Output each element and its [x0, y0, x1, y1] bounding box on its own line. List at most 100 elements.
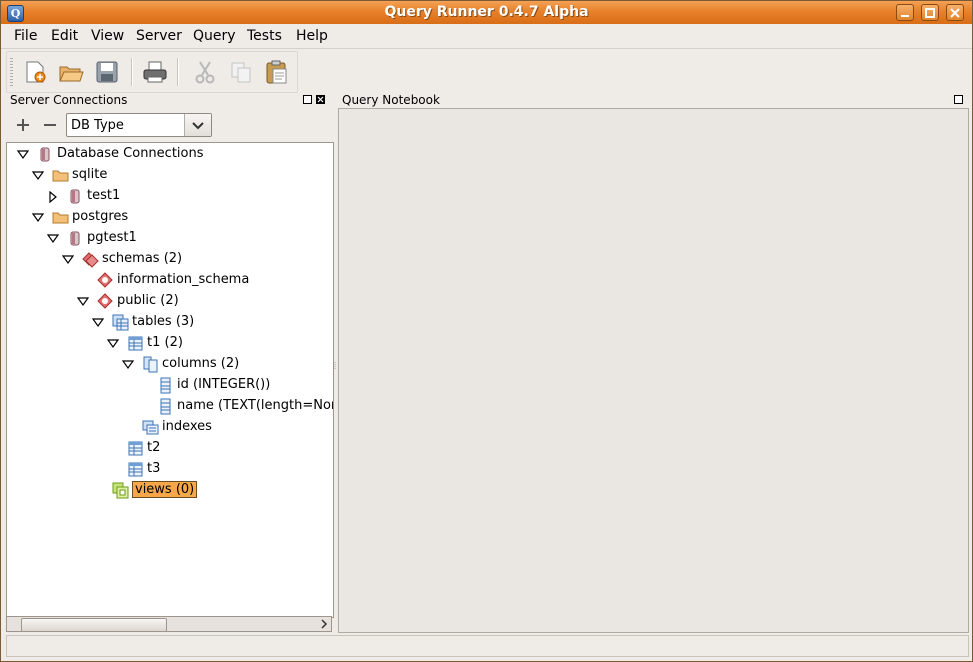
- expanded-arrow-icon[interactable]: [32, 212, 44, 224]
- expanded-arrow-icon[interactable]: [62, 254, 74, 266]
- toolbar-separator: [131, 58, 133, 86]
- tree-node-label[interactable]: indexes: [162, 419, 212, 434]
- expanded-arrow-icon[interactable]: [92, 317, 104, 329]
- menu-tests[interactable]: Tests: [247, 28, 282, 44]
- toolbar-grip[interactable]: [10, 58, 13, 86]
- copy-icon: [231, 62, 251, 83]
- minimize-button[interactable]: [896, 4, 914, 21]
- close-icon: [950, 8, 960, 18]
- column-icon: [160, 398, 171, 415]
- server-connections-header: Server Connections: [6, 92, 333, 108]
- scroll-right-icon[interactable]: [319, 619, 329, 629]
- tree-node[interactable]: pgtest1: [7, 228, 333, 249]
- tree-node[interactable]: t1 (2): [7, 333, 333, 354]
- cut-button[interactable]: [191, 58, 219, 86]
- column-icon: [160, 377, 171, 394]
- expanded-arrow-icon[interactable]: [17, 149, 29, 161]
- tree-node-label[interactable]: id (INTEGER()): [177, 377, 270, 392]
- tree-node-label[interactable]: pgtest1: [87, 230, 137, 245]
- menu-file[interactable]: File: [14, 28, 37, 44]
- maximize-icon: [925, 8, 935, 18]
- table-icon: [128, 462, 143, 477]
- tree-node[interactable]: schemas (2): [7, 249, 333, 270]
- tree-node-label[interactable]: sqlite: [72, 167, 107, 182]
- tree-node[interactable]: public (2): [7, 291, 333, 312]
- tree-node-label[interactable]: public (2): [117, 293, 179, 308]
- db-type-dropdown-button[interactable]: [184, 114, 211, 136]
- tree-node-label[interactable]: columns (2): [162, 356, 239, 371]
- expanded-arrow-icon[interactable]: [77, 296, 89, 308]
- status-bar: [6, 635, 969, 657]
- tree-node[interactable]: columns (2): [7, 354, 333, 375]
- tree-node[interactable]: tables (3): [7, 312, 333, 333]
- open-icon: [59, 66, 84, 82]
- minimize-icon: [901, 15, 909, 17]
- db-type-select[interactable]: DB Type: [66, 113, 212, 137]
- connection-tree[interactable]: Database Connections sqlite test1 postgres p…: [6, 142, 334, 618]
- expanded-arrow-icon[interactable]: [32, 170, 44, 182]
- tree-node-label[interactable]: t3: [147, 461, 160, 476]
- menu-help[interactable]: Help: [296, 28, 328, 44]
- panel-float-icon[interactable]: [954, 95, 963, 104]
- views-icon: [112, 482, 129, 499]
- tables-icon: [112, 314, 129, 331]
- server-connections-title: Server Connections: [10, 93, 128, 107]
- paste-button[interactable]: [263, 58, 291, 86]
- save-button[interactable]: [93, 58, 121, 86]
- tree-node-label[interactable]: tables (3): [132, 314, 194, 329]
- menu-server[interactable]: Server: [136, 28, 182, 44]
- copy-button[interactable]: [227, 58, 255, 86]
- collapsed-arrow-icon[interactable]: [47, 191, 59, 203]
- window-title: Query Runner 0.4.7 Alpha: [384, 4, 589, 20]
- expanded-arrow-icon[interactable]: [122, 359, 134, 371]
- paste-icon: [266, 60, 287, 84]
- tree-node[interactable]: id (INTEGER()): [7, 375, 333, 396]
- tree-node[interactable]: postgres: [7, 207, 333, 228]
- expanded-arrow-icon[interactable]: [107, 338, 119, 350]
- query-notebook-panel: Query Notebook: [338, 92, 969, 633]
- expanded-arrow-icon[interactable]: [47, 233, 59, 245]
- close-button[interactable]: [946, 4, 964, 21]
- title-bar[interactable]: Q Query Runner 0.4.7 Alpha: [1, 1, 972, 24]
- table-icon: [128, 336, 143, 351]
- tree-node[interactable]: name (TEXT(length=Nor: [7, 396, 333, 417]
- menu-query[interactable]: Query: [193, 28, 236, 44]
- tree-node-label[interactable]: views (0): [132, 481, 198, 498]
- save-icon: [96, 61, 118, 83]
- add-connection-icon[interactable]: [16, 118, 30, 132]
- panel-float-icon[interactable]: [303, 95, 312, 104]
- maximize-button[interactable]: [921, 4, 939, 21]
- tree-node-label[interactable]: information_schema: [117, 272, 249, 287]
- menu-bar: File Edit View Server Query Tests Help: [1, 24, 972, 49]
- table-icon: [128, 441, 143, 456]
- tree-node[interactable]: test1: [7, 186, 333, 207]
- panel-splitter[interactable]: [334, 359, 337, 370]
- tree-node-label[interactable]: test1: [87, 188, 120, 203]
- tree-node[interactable]: views (0): [7, 480, 333, 501]
- tree-node[interactable]: information_schema: [7, 270, 333, 291]
- new-button[interactable]: [21, 58, 49, 86]
- print-icon: [143, 61, 167, 83]
- tree-node-label[interactable]: t1 (2): [147, 335, 183, 350]
- query-notebook-area[interactable]: [338, 108, 969, 633]
- print-button[interactable]: [141, 58, 169, 86]
- tree-node-label[interactable]: postgres: [72, 209, 128, 224]
- menu-view[interactable]: View: [91, 28, 124, 44]
- horizontal-scrollbar[interactable]: [6, 616, 332, 632]
- panel-close-icon[interactable]: [316, 95, 325, 104]
- remove-connection-icon[interactable]: [43, 118, 57, 132]
- tree-node-label[interactable]: name (TEXT(length=Nor: [177, 398, 333, 413]
- menu-edit[interactable]: Edit: [51, 28, 78, 44]
- scrollbar-thumb[interactable]: [21, 618, 167, 632]
- tree-node[interactable]: Database Connections: [7, 144, 333, 165]
- folder-icon: [52, 212, 69, 224]
- open-button[interactable]: [57, 58, 85, 86]
- tree-node[interactable]: t3: [7, 459, 333, 480]
- tree-node[interactable]: indexes: [7, 417, 333, 438]
- tree-node-label[interactable]: schemas (2): [102, 251, 182, 266]
- query-notebook-header: Query Notebook: [338, 92, 969, 108]
- tree-node-label[interactable]: t2: [147, 440, 160, 455]
- tree-node[interactable]: sqlite: [7, 165, 333, 186]
- tree-node[interactable]: t2: [7, 438, 333, 459]
- tree-node-label[interactable]: Database Connections: [57, 146, 204, 161]
